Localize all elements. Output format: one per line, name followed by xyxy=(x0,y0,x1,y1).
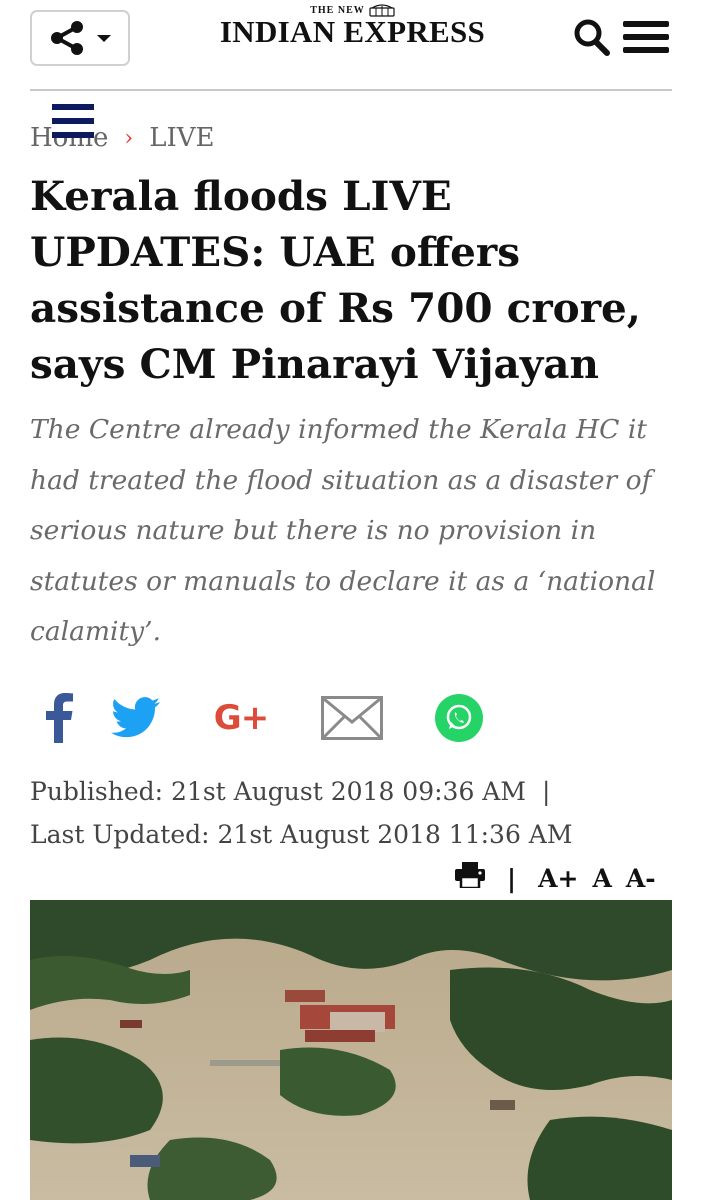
meta-divider: | xyxy=(541,777,551,806)
search-icon xyxy=(574,19,610,56)
search-button[interactable] xyxy=(573,17,611,57)
updated-date: Last Updated: 21st August 2018 11:36 AM xyxy=(30,820,573,849)
menu-button[interactable] xyxy=(623,19,669,55)
article-meta: Published: 21st August 2018 09:36 AM | La… xyxy=(30,770,690,856)
breadcrumb-separator-icon: › xyxy=(124,125,134,151)
email-share-button[interactable] xyxy=(320,690,384,746)
article-summary: The Centre already informed the Kerala H… xyxy=(30,414,656,647)
email-icon xyxy=(321,696,383,740)
print-icon xyxy=(455,862,485,890)
article-photo[interactable] xyxy=(30,900,672,1200)
twitter-icon xyxy=(111,697,161,738)
top-bar: THE NEW INDIAN EXPRESS xyxy=(0,0,701,90)
font-default-button[interactable]: A xyxy=(592,864,611,893)
published-date: Published: 21st August 2018 09:36 AM xyxy=(30,777,526,806)
floating-hamburger-icon xyxy=(52,104,94,138)
site-logo[interactable]: THE NEW INDIAN EXPRESS xyxy=(205,4,500,48)
whatsapp-share-button[interactable] xyxy=(432,690,486,746)
flood-aerial-image xyxy=(30,900,672,1200)
share-button[interactable] xyxy=(30,10,130,66)
twitter-share-button[interactable] xyxy=(110,690,162,746)
facebook-icon xyxy=(46,693,73,743)
print-button[interactable] xyxy=(455,862,485,894)
header-divider xyxy=(30,89,672,91)
floating-menu-button[interactable] xyxy=(52,104,94,140)
whatsapp-icon xyxy=(435,694,483,742)
breadcrumb-live[interactable]: LIVE xyxy=(149,123,214,153)
chevron-down-icon xyxy=(97,33,111,43)
article-tools: | A+ A A- xyxy=(455,858,656,898)
article-headline: Kerala floods LIVE UPDATES: UAE offers a… xyxy=(30,172,641,388)
social-share-bar: G+ xyxy=(0,690,701,750)
facebook-share-button[interactable] xyxy=(42,690,76,746)
tools-divider: | xyxy=(507,863,517,893)
hamburger-icon xyxy=(623,21,669,53)
logo-text: INDIAN EXPRESS xyxy=(219,14,486,49)
google-plus-icon: G+ xyxy=(213,698,269,738)
google-plus-share-button[interactable]: G+ xyxy=(206,690,276,746)
share-icon xyxy=(49,21,85,55)
font-decrease-button[interactable]: A- xyxy=(626,864,656,893)
font-increase-button[interactable]: A+ xyxy=(538,864,578,893)
